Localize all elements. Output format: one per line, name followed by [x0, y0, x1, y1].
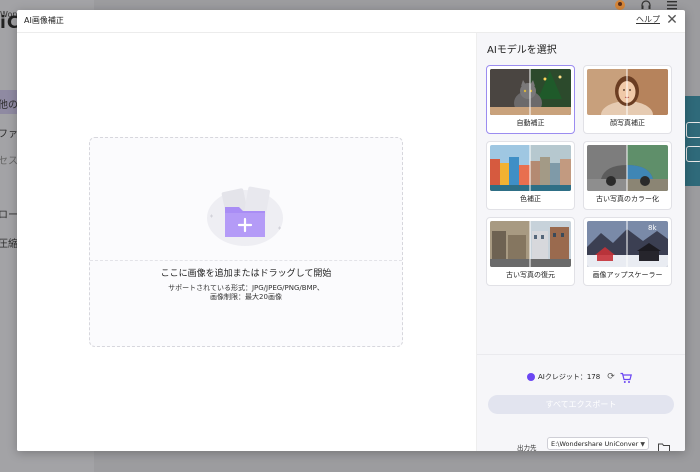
output-path-value: E:\Wondershare UniConver	[551, 440, 639, 448]
model-card-old-photo-restore[interactable]: 古い写真の復元	[486, 217, 575, 286]
headset-icon	[640, 0, 652, 10]
model-card-old-photo-colorize[interactable]: 古い写真のカラー化	[583, 141, 672, 210]
cat-christmas-photo-icon	[490, 69, 571, 115]
drop-zone[interactable]: ここに画像を追加またはドラッグして開始 サポートされている形式：JPG/JPEG…	[89, 137, 403, 347]
model-label: 顔写真補正	[610, 119, 645, 127]
old-street-photo-icon	[490, 221, 571, 267]
background-sidebar-item: セス	[0, 156, 18, 167]
portrait-photo-icon	[587, 69, 668, 115]
dialog-title: AI画像補正	[24, 16, 64, 25]
export-all-button[interactable]: すべてエクスポート	[488, 395, 674, 414]
dialog-header: AI画像補正 ヘルプ ✕	[17, 10, 685, 33]
drop-zone-divider	[90, 260, 402, 261]
chevron-down-icon: ▼	[640, 441, 645, 448]
drop-zone-main-text: ここに画像を追加またはドラッグして開始	[160, 269, 332, 279]
model-label: 色補正	[520, 195, 541, 203]
model-card-face-enhance[interactable]: 顔写真補正	[583, 65, 672, 134]
background-sidebar-item: 圧縮	[0, 239, 18, 250]
open-folder-icon[interactable]	[658, 438, 670, 451]
winter-house-photo-icon: 8k	[587, 221, 668, 267]
ai-image-enhance-dialog: AI画像補正 ヘルプ ✕ ここに画像を追加またはドラッグして開始 サポートされて…	[17, 10, 685, 451]
colorful-town-photo-icon	[490, 145, 571, 191]
background-thumbnail	[684, 96, 700, 186]
background-top-icons	[614, 0, 678, 10]
model-card-image-upscaler[interactable]: 8k 画像アップスケーラー	[583, 217, 672, 286]
model-panel: AIモデルを選択 自動補正 顔写真補正 色補正 古い写真のカラー化 古い写真の復…	[476, 33, 685, 451]
image-limit-text: 画像制限：最大20画像	[210, 293, 282, 301]
model-label: 古い写真のカラー化	[596, 195, 659, 203]
background-button	[686, 122, 700, 138]
upscale-badge: 8k	[648, 224, 657, 232]
help-link[interactable]: ヘルプ	[636, 14, 660, 25]
background-button	[686, 146, 700, 162]
vintage-car-photo-icon	[587, 145, 668, 191]
background-sidebar-item: ロー	[0, 210, 18, 221]
model-card-auto-enhance[interactable]: 自動補正	[486, 65, 575, 134]
add-folder-icon[interactable]	[200, 178, 290, 248]
close-button[interactable]: ✕	[665, 11, 679, 29]
cart-icon[interactable]	[620, 369, 632, 383]
model-label: 自動補正	[516, 119, 545, 127]
ai-credits-text: AIクレジット：178	[538, 373, 601, 381]
output-folder-select[interactable]: E:\Wondershare UniConver ▼	[547, 437, 649, 450]
output-label: 出力先	[517, 444, 537, 451]
model-card-color-correction[interactable]: 色補正	[486, 141, 575, 210]
panel-separator	[477, 354, 685, 355]
user-avatar-icon	[614, 0, 626, 10]
model-label: 画像アップスケーラー	[592, 271, 663, 279]
model-label: 古い写真の復元	[506, 271, 555, 279]
upload-panel: ここに画像を追加またはドラッグして開始 サポートされている形式：JPG/JPEG…	[17, 33, 476, 451]
model-panel-title: AIモデルを選択	[487, 45, 557, 56]
ai-credit-icon	[527, 373, 535, 381]
refresh-icon[interactable]: ⟳	[607, 372, 615, 382]
menu-list-icon	[666, 0, 678, 10]
ai-credits: AIクレジット：178 ⟳	[527, 372, 615, 382]
